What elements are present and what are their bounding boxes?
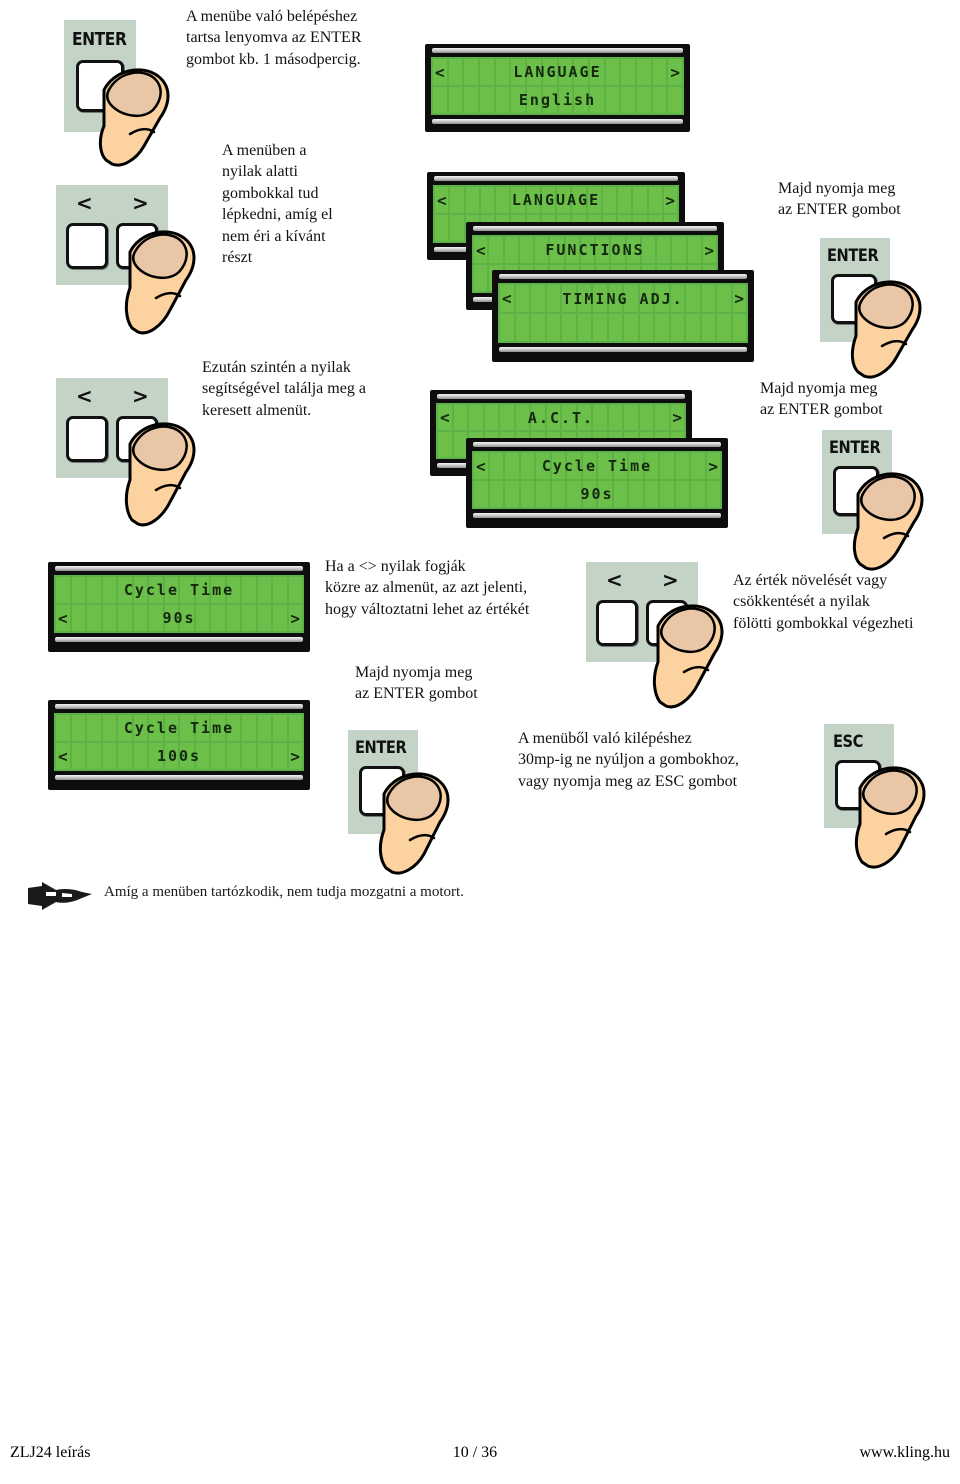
lcd-row-1: < TIMING ADJ. > — [498, 285, 748, 312]
lcd-rail-bottom — [55, 637, 303, 642]
keypad-panel-arrows-1[interactable]: < > — [56, 185, 168, 285]
lcd-rail-bottom — [55, 775, 303, 780]
step-confirm-enter-3-text: Majd nyomja meg az ENTER gombot — [355, 664, 478, 703]
lcd-row-2: 90s — [472, 481, 722, 507]
lcd-arrow-right-icon: > — [672, 408, 682, 427]
lcd-timing-adj: < TIMING ADJ. > — [492, 270, 754, 362]
lcd-row-1: Cycle Time — [54, 715, 304, 741]
lcd-rail-bottom — [432, 119, 683, 124]
arrow-left-icon: < — [76, 384, 93, 408]
footer-website: www.kling.hu — [859, 1444, 950, 1461]
keypad-panel-esc[interactable]: ESC — [824, 724, 894, 828]
arrow-right-button[interactable] — [116, 416, 158, 462]
footnote-text: Amíg a menüben tartózkodik, nem tudja mo… — [104, 884, 464, 900]
lcd-row-1: < A.C.T. > — [436, 405, 686, 430]
step-confirm-enter-1-text: Majd nyomja meg az ENTER gombot — [778, 180, 901, 219]
arrow-right-button[interactable] — [116, 223, 158, 269]
lcd-rail-top — [432, 48, 683, 53]
lcd-row-2: < 100s > — [54, 743, 304, 769]
keypad-panel-enter-2[interactable]: ENTER — [820, 238, 890, 342]
lcd-row-2: < 90s > — [54, 605, 304, 631]
lcd-row-2 — [498, 314, 748, 341]
lcd-rail-top — [55, 704, 303, 709]
step-exit-menu-text: A menüből való kilépéshez 30mp-ig ne nyú… — [518, 730, 739, 790]
step-editable-hint-text: Ha a <> nyilak fogják közre az almenüt, … — [325, 558, 530, 618]
lcd-arrow-left-icon: < — [440, 408, 450, 427]
lcd-language-english: < LANGUAGE > English — [425, 44, 690, 132]
lcd-rail-top — [437, 394, 685, 399]
lcd-rail-top — [55, 566, 303, 571]
lcd-arrow-left-icon: < — [435, 62, 445, 82]
pointing-hand-icon — [28, 882, 92, 910]
keypad-panel-enter-4[interactable]: ENTER — [348, 730, 418, 834]
lcd-arrow-right-icon: > — [290, 746, 300, 766]
lcd-arrow-right-icon: > — [708, 456, 718, 476]
lcd-row-1: < Cycle Time > — [472, 453, 722, 479]
enter-key-button[interactable] — [359, 766, 405, 816]
step-enter-menu-text: A menübe való belépéshez tartsa lenyomva… — [186, 8, 362, 68]
enter-key-button[interactable] — [76, 60, 124, 112]
lcd-rail-top — [434, 176, 678, 181]
lcd-row-1: < FUNCTIONS > — [472, 237, 718, 263]
arrow-right-icon: > — [132, 384, 149, 408]
lcd-rail-top — [473, 226, 717, 231]
lcd-arrow-left-icon: < — [58, 608, 68, 628]
lcd-rail-bottom — [499, 347, 747, 352]
page-footer: ZLJ24 leírás 10 / 36 www.kling.hu — [0, 1444, 960, 1462]
lcd-row-1: < LANGUAGE > — [433, 187, 679, 213]
enter-key-label: ENTER — [827, 246, 879, 266]
lcd-rail-top — [473, 442, 721, 447]
lcd-arrow-right-icon: > — [734, 289, 744, 308]
lcd-screen: < TIMING ADJ. > — [498, 283, 748, 343]
lcd-rail-bottom — [473, 513, 721, 518]
esc-key-button[interactable] — [835, 760, 881, 810]
footer-page-number: 10 / 36 — [452, 1444, 498, 1461]
step-confirm-enter-2-text: Majd nyomja meg az ENTER gombot — [760, 380, 883, 419]
arrow-left-icon: < — [606, 568, 623, 592]
lcd-cycle-time-90s-value: Cycle Time < 90s > — [48, 562, 310, 652]
arrow-right-button[interactable] — [646, 600, 688, 646]
keypad-panel-enter-1[interactable]: ENTER — [64, 20, 136, 132]
keypad-panel-arrows-3[interactable]: < > — [586, 562, 698, 662]
lcd-screen: Cycle Time < 100s > — [54, 713, 304, 771]
lcd-arrow-left-icon: < — [437, 190, 447, 210]
lcd-arrow-left-icon: < — [502, 289, 512, 308]
enter-key-label: ENTER — [829, 438, 881, 458]
esc-key-label: ESC — [833, 732, 863, 752]
lcd-screen: Cycle Time < 90s > — [54, 575, 304, 633]
keypad-panel-arrows-2[interactable]: < > — [56, 378, 168, 478]
lcd-row-2: English — [431, 87, 684, 113]
lcd-rail-top — [499, 274, 747, 279]
arrow-left-icon: < — [76, 191, 93, 215]
arrow-right-icon: > — [132, 191, 149, 215]
lcd-arrow-left-icon: < — [476, 240, 486, 260]
step-navigate-arrows-text: A menüben a nyilak alatti gombokkal tud … — [222, 142, 333, 267]
lcd-cycle-time-90s-top: < Cycle Time > 90s — [466, 438, 728, 528]
lcd-row-1: < LANGUAGE > — [431, 59, 684, 85]
step-find-submenu-text: Ezután szintén a nyilak segítségével tal… — [202, 359, 366, 419]
lcd-screen: < LANGUAGE > English — [431, 57, 684, 115]
lcd-row-1: Cycle Time — [54, 577, 304, 603]
keypad-panel-enter-3[interactable]: ENTER — [822, 430, 892, 534]
enter-key-button[interactable] — [831, 274, 877, 324]
enter-key-label: ENTER — [72, 29, 127, 50]
arrow-right-icon: > — [662, 568, 679, 592]
lcd-arrow-right-icon: > — [665, 190, 675, 210]
arrow-left-button[interactable] — [66, 416, 108, 462]
arrow-left-button[interactable] — [66, 223, 108, 269]
lcd-arrow-right-icon: > — [704, 240, 714, 260]
lcd-screen: < Cycle Time > 90s — [472, 451, 722, 509]
step-increase-decrease-text: Az érték növelését vagy csökkentését a n… — [733, 572, 914, 632]
footer-left: ZLJ24 leírás — [10, 1444, 91, 1461]
lcd-arrow-right-icon: > — [670, 62, 680, 82]
lcd-arrow-right-icon: > — [290, 608, 300, 628]
enter-key-button[interactable] — [833, 466, 879, 516]
lcd-arrow-left-icon: < — [58, 746, 68, 766]
lcd-cycle-time-100s-value: Cycle Time < 100s > — [48, 700, 310, 790]
arrow-left-button[interactable] — [596, 600, 638, 646]
lcd-arrow-left-icon: < — [476, 456, 486, 476]
enter-key-label: ENTER — [355, 738, 407, 758]
